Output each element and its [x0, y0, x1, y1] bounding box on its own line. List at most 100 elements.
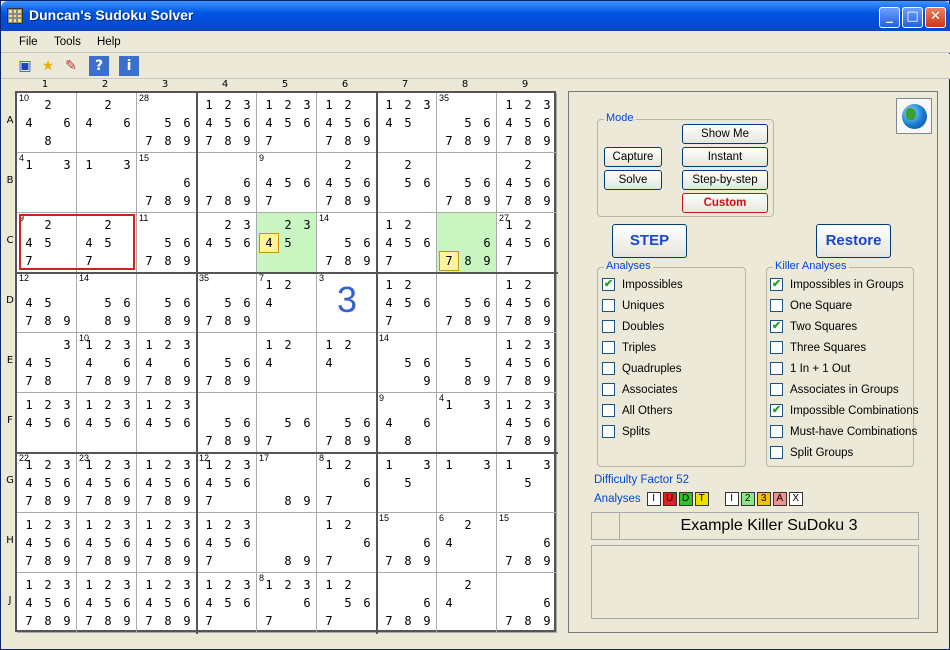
sudoku-cell[interactable]: 15 6 7 8 9: [137, 153, 197, 213]
sudoku-cell[interactable]: 123 456 789: [17, 513, 77, 573]
sudoku-cell[interactable]: 124: [257, 333, 317, 393]
checkbox-killer[interactable]: ✔ Two Squares: [770, 320, 857, 333]
sudoku-board[interactable]: 10 2 4 6 8 2 4 6 28 5 6 7 8 9 1 2 3 4 5 6 7 8 9 1 2 3 4 5 6 7 1 2 4 5 6 7 8 9…: [15, 91, 558, 634]
save-icon[interactable]: ▣: [15, 56, 35, 76]
info-icon[interactable]: i: [119, 56, 139, 76]
sudoku-cell[interactable]: 81267: [317, 453, 377, 513]
sudoku-cell[interactable]: 24 6: [77, 93, 137, 153]
instant-button[interactable]: Instant: [682, 147, 768, 167]
new-icon[interactable]: ✎: [61, 56, 81, 76]
sudoku-cell[interactable]: 123 456 789: [137, 573, 197, 633]
checkbox-box[interactable]: [770, 362, 783, 375]
sudoku-cell[interactable]: 23 1 2 3 4 5 6 7 8 9: [77, 453, 137, 513]
sudoku-cell[interactable]: 13: [77, 153, 137, 213]
title-bar[interactable]: Duncan's Sudoku Solver _ □ ✕: [1, 1, 950, 31]
custom-button[interactable]: Custom: [682, 193, 768, 213]
sudoku-cell[interactable]: 56 7: [257, 393, 317, 453]
checkbox-killer[interactable]: Must-have Combinations: [770, 425, 917, 438]
sudoku-cell[interactable]: 24: [437, 573, 497, 633]
sudoku-cell[interactable]: 123 456 7: [257, 93, 317, 153]
sudoku-cell[interactable]: 1 35: [497, 453, 557, 513]
sudoku-cell[interactable]: 15 6 7 8 9: [377, 513, 437, 573]
checkbox-killer[interactable]: 1 In + 1 Out: [770, 362, 850, 375]
sudoku-cell[interactable]: 27 1 2 4 5 6 7: [497, 213, 557, 273]
sudoku-cell[interactable]: 23 456: [197, 213, 257, 273]
sudoku-cell[interactable]: 123 456 789: [497, 333, 557, 393]
sudoku-cell[interactable]: 123 456 789: [77, 573, 137, 633]
globe-icon[interactable]: [896, 98, 932, 134]
restore-button[interactable]: Restore: [816, 224, 891, 258]
sudoku-cell[interactable]: 6 24: [437, 513, 497, 573]
sudoku-cell[interactable]: 1 35: [377, 453, 437, 513]
sudoku-cell[interactable]: 56 789: [197, 333, 257, 393]
sudoku-cell[interactable]: 123 456 789: [137, 513, 197, 573]
sudoku-cell[interactable]: 12 1 2 3 4 5 6 7: [197, 453, 257, 513]
sudoku-cell[interactable]: 6 789: [377, 573, 437, 633]
checkbox-box[interactable]: [602, 341, 615, 354]
sudoku-cell[interactable]: 6 789: [437, 213, 497, 273]
menu-tools[interactable]: Tools: [54, 36, 81, 48]
sudoku-cell[interactable]: 123 456: [17, 393, 77, 453]
checkbox-box[interactable]: [770, 446, 783, 459]
sudoku-cell[interactable]: 23 45: [257, 213, 317, 273]
checkbox-box[interactable]: ✔: [770, 404, 783, 417]
sudoku-cell[interactable]: 14 5 6 9: [377, 333, 437, 393]
sudoku-cell[interactable]: 123 456: [137, 393, 197, 453]
checkbox-analyses[interactable]: All Others: [602, 404, 673, 417]
sudoku-cell[interactable]: 413: [17, 153, 77, 213]
sudoku-cell[interactable]: 12 4 5 7 8 9: [17, 273, 77, 333]
sudoku-cell[interactable]: 9 4 68: [377, 393, 437, 453]
menu-help[interactable]: Help: [97, 36, 121, 48]
sudoku-cell[interactable]: 10 1 2 3 4 6 7 8 9: [77, 333, 137, 393]
sudoku-cell[interactable]: 123 456 789: [497, 93, 557, 153]
step-by-step-button[interactable]: Step-by-step: [682, 170, 768, 190]
sudoku-cell[interactable]: 7124: [257, 273, 317, 333]
sudoku-cell[interactable]: 812367: [257, 573, 317, 633]
sudoku-cell[interactable]: 56 789: [317, 393, 377, 453]
checkbox-analyses[interactable]: Uniques: [602, 299, 664, 312]
checkbox-killer[interactable]: Split Groups: [770, 446, 853, 459]
sudoku-cell[interactable]: 123 456 789: [77, 513, 137, 573]
checkbox-box[interactable]: [602, 362, 615, 375]
sudoku-cell[interactable]: 413: [437, 393, 497, 453]
sudoku-cell[interactable]: 14 5 6 7 8 9: [317, 213, 377, 273]
checkbox-killer[interactable]: Three Squares: [770, 341, 866, 354]
checkbox-analyses[interactable]: Quadruples: [602, 362, 681, 375]
sudoku-cell[interactable]: 12456 789: [497, 273, 557, 333]
menu-file[interactable]: File: [19, 36, 38, 48]
checkbox-box[interactable]: [602, 299, 615, 312]
capture-button[interactable]: Capture: [604, 147, 662, 167]
sudoku-cell[interactable]: 56 789: [197, 393, 257, 453]
sudoku-cell[interactable]: 5689: [137, 273, 197, 333]
sudoku-cell[interactable]: 5 89: [437, 333, 497, 393]
checkbox-killer[interactable]: Associates in Groups: [770, 383, 899, 396]
sudoku-cell[interactable]: 126 7: [317, 513, 377, 573]
minimize-button[interactable]: _: [879, 7, 900, 28]
sudoku-cell[interactable]: 12 56 7: [317, 573, 377, 633]
step-button[interactable]: STEP: [612, 224, 687, 258]
sudoku-cell[interactable]: 123 456 789: [17, 573, 77, 633]
sudoku-cell[interactable]: 123 456 7: [197, 513, 257, 573]
sudoku-cell[interactable]: 123 456 7: [197, 573, 257, 633]
sudoku-cell[interactable]: 123 456 789: [137, 453, 197, 513]
checkbox-box[interactable]: [770, 383, 783, 396]
sudoku-cell[interactable]: 13: [437, 453, 497, 513]
sudoku-cell[interactable]: 56 789: [437, 273, 497, 333]
sudoku-cell[interactable]: 10 2 4 6 8: [17, 93, 77, 153]
sudoku-cell[interactable]: 2 56: [377, 153, 437, 213]
checkbox-box[interactable]: ✔: [770, 278, 783, 291]
checkbox-killer[interactable]: ✔ Impossible Combinations: [770, 404, 918, 417]
sudoku-cell[interactable]: 123 456 789: [497, 393, 557, 453]
sudoku-cell[interactable]: 15 6 7 8 9: [497, 513, 557, 573]
close-button[interactable]: ✕: [925, 7, 946, 28]
sudoku-cell[interactable]: 12456 789: [317, 93, 377, 153]
checkbox-analyses[interactable]: Doubles: [602, 320, 664, 333]
help-icon[interactable]: ?: [89, 56, 109, 76]
sudoku-cell[interactable]: 123 456: [77, 393, 137, 453]
checkbox-analyses[interactable]: Splits: [602, 425, 650, 438]
checkbox-box[interactable]: [770, 341, 783, 354]
sudoku-cell[interactable]: 6 789: [197, 153, 257, 213]
sudoku-cell[interactable]: 28 5 6 7 8 9: [137, 93, 197, 153]
checkbox-box[interactable]: [602, 383, 615, 396]
sudoku-cell[interactable]: 11 5 6 7 8 9: [137, 213, 197, 273]
